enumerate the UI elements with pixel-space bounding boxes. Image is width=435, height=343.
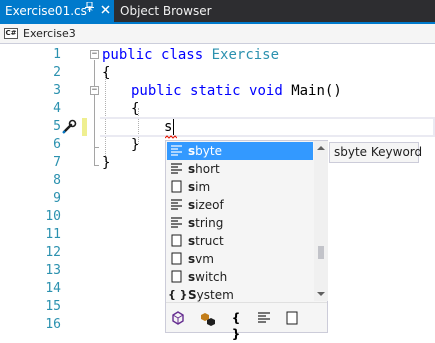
code-token: Main() (291, 83, 342, 99)
completion-rest: vm (195, 252, 214, 266)
fold-region-end (94, 147, 99, 148)
completion-filter-bar: { } (166, 302, 327, 341)
tab-object-browser[interactable]: Object Browser (114, 0, 212, 22)
completion-rest: byte (195, 144, 222, 158)
line-number: 16 (45, 317, 61, 332)
completion-rest: ystem (196, 288, 234, 302)
quick-info-tooltip: sbyte Keyword (329, 142, 422, 163)
code-line-2: { (102, 65, 111, 81)
completion-label: sim (188, 178, 210, 196)
snippet-icon (170, 252, 183, 265)
line-number: 2 (53, 65, 61, 80)
line-number: 14 (45, 281, 61, 296)
current-line-highlight (100, 117, 435, 137)
keyword-icon (170, 162, 183, 175)
code-token: class (161, 47, 204, 63)
code-token: public (102, 47, 153, 63)
completion-label: struct (188, 232, 224, 250)
completion-rest: im (195, 180, 211, 194)
keyword-icon (170, 144, 183, 157)
line-number: 13 (45, 263, 61, 278)
close-icon[interactable] (101, 0, 110, 22)
pin-icon[interactable] (85, 0, 94, 22)
unsaved-change-marker (82, 118, 87, 136)
csharp-project-icon: C# (4, 28, 18, 39)
navigation-bar: C# Exercise3 (0, 24, 435, 44)
completion-item[interactable]: struct (167, 232, 313, 250)
code-token: void (249, 83, 283, 99)
document-tab-strip: Exercise01.cs* Object Browser (0, 0, 435, 24)
completion-label: short (188, 160, 220, 178)
completion-label: string (188, 214, 223, 232)
tab-title: Exercise01.cs* (5, 4, 93, 18)
line-number: 10 (45, 209, 61, 224)
snippet-icon (170, 270, 183, 283)
completion-label: svm (188, 250, 214, 268)
line-number: 9 (53, 191, 61, 206)
line-number: 6 (53, 137, 61, 152)
code-line-1: public class Exercise (102, 46, 279, 64)
namespace-icon: { } (168, 288, 188, 301)
code-token: static (190, 83, 241, 99)
keyword-icon (170, 198, 183, 211)
completion-label: sbyte (188, 142, 222, 160)
line-number: 3 (53, 83, 61, 98)
error-squiggle (165, 135, 177, 139)
completion-label: switch (188, 268, 227, 286)
completion-item[interactable]: sbyte (167, 142, 313, 160)
extension-method-filter-icon[interactable] (200, 310, 216, 326)
completion-item[interactable]: svm (167, 250, 313, 268)
completion-rest: truct (195, 234, 224, 248)
match-prefix: S (188, 288, 197, 302)
fold-toggle-class[interactable]: − (90, 50, 99, 59)
line-number: 12 (45, 245, 61, 260)
project-label: Exercise3 (23, 27, 76, 40)
fold-region-line (94, 60, 95, 165)
code-token: Exercise (211, 47, 280, 63)
completion-rest: witch (195, 270, 228, 284)
project-dropdown[interactable]: C# Exercise3 (4, 25, 154, 42)
completion-rest: tring (195, 216, 224, 230)
line-number: 5 (53, 119, 61, 134)
line-number: 11 (45, 227, 61, 242)
namespace-filter-icon[interactable]: { } (228, 310, 244, 341)
tab-exercise01[interactable]: Exercise01.cs* (0, 0, 114, 22)
tab-title: Object Browser (120, 4, 212, 18)
fold-toggle-method[interactable]: − (90, 86, 99, 95)
completion-rest: izeof (195, 198, 224, 212)
completion-label: sizeof (188, 196, 224, 214)
code-line-4: { (131, 101, 140, 117)
line-number: 1 (53, 47, 61, 62)
quick-actions-wrench-icon[interactable] (61, 119, 77, 135)
scroll-up-arrow-icon[interactable] (317, 146, 325, 150)
text-caret (173, 119, 174, 135)
completion-rest: hort (195, 162, 220, 176)
line-number: 7 (53, 155, 61, 170)
code-line-3: public static void Main() (131, 82, 342, 100)
keyword-icon (170, 216, 183, 229)
snippet-icon (170, 234, 183, 247)
completion-item[interactable]: switch (167, 268, 313, 286)
snippet-icon (170, 180, 183, 193)
snippet-filter-icon[interactable] (284, 310, 300, 326)
scroll-down-arrow-icon[interactable] (317, 292, 325, 296)
fold-region-end (94, 165, 99, 166)
completion-item[interactable]: sizeof (167, 196, 313, 214)
line-number: 15 (45, 299, 61, 314)
completion-item[interactable]: string (167, 214, 313, 232)
class-filter-icon[interactable] (170, 310, 186, 326)
code-token: public (131, 83, 182, 99)
line-number: 8 (53, 173, 61, 188)
keyword-filter-icon[interactable] (256, 310, 272, 326)
completion-item[interactable]: short (167, 160, 313, 178)
line-number: 4 (53, 101, 61, 116)
completion-item[interactable]: sim (167, 178, 313, 196)
code-line-6: } (131, 137, 140, 153)
scroll-thumb[interactable] (318, 246, 324, 259)
code-line-7: } (102, 155, 111, 171)
completion-scrollbar[interactable] (314, 141, 328, 301)
intellisense-completion-list[interactable]: sbyte short sim sizeof string struct svm… (165, 140, 328, 341)
code-line-5: s (164, 119, 173, 135)
